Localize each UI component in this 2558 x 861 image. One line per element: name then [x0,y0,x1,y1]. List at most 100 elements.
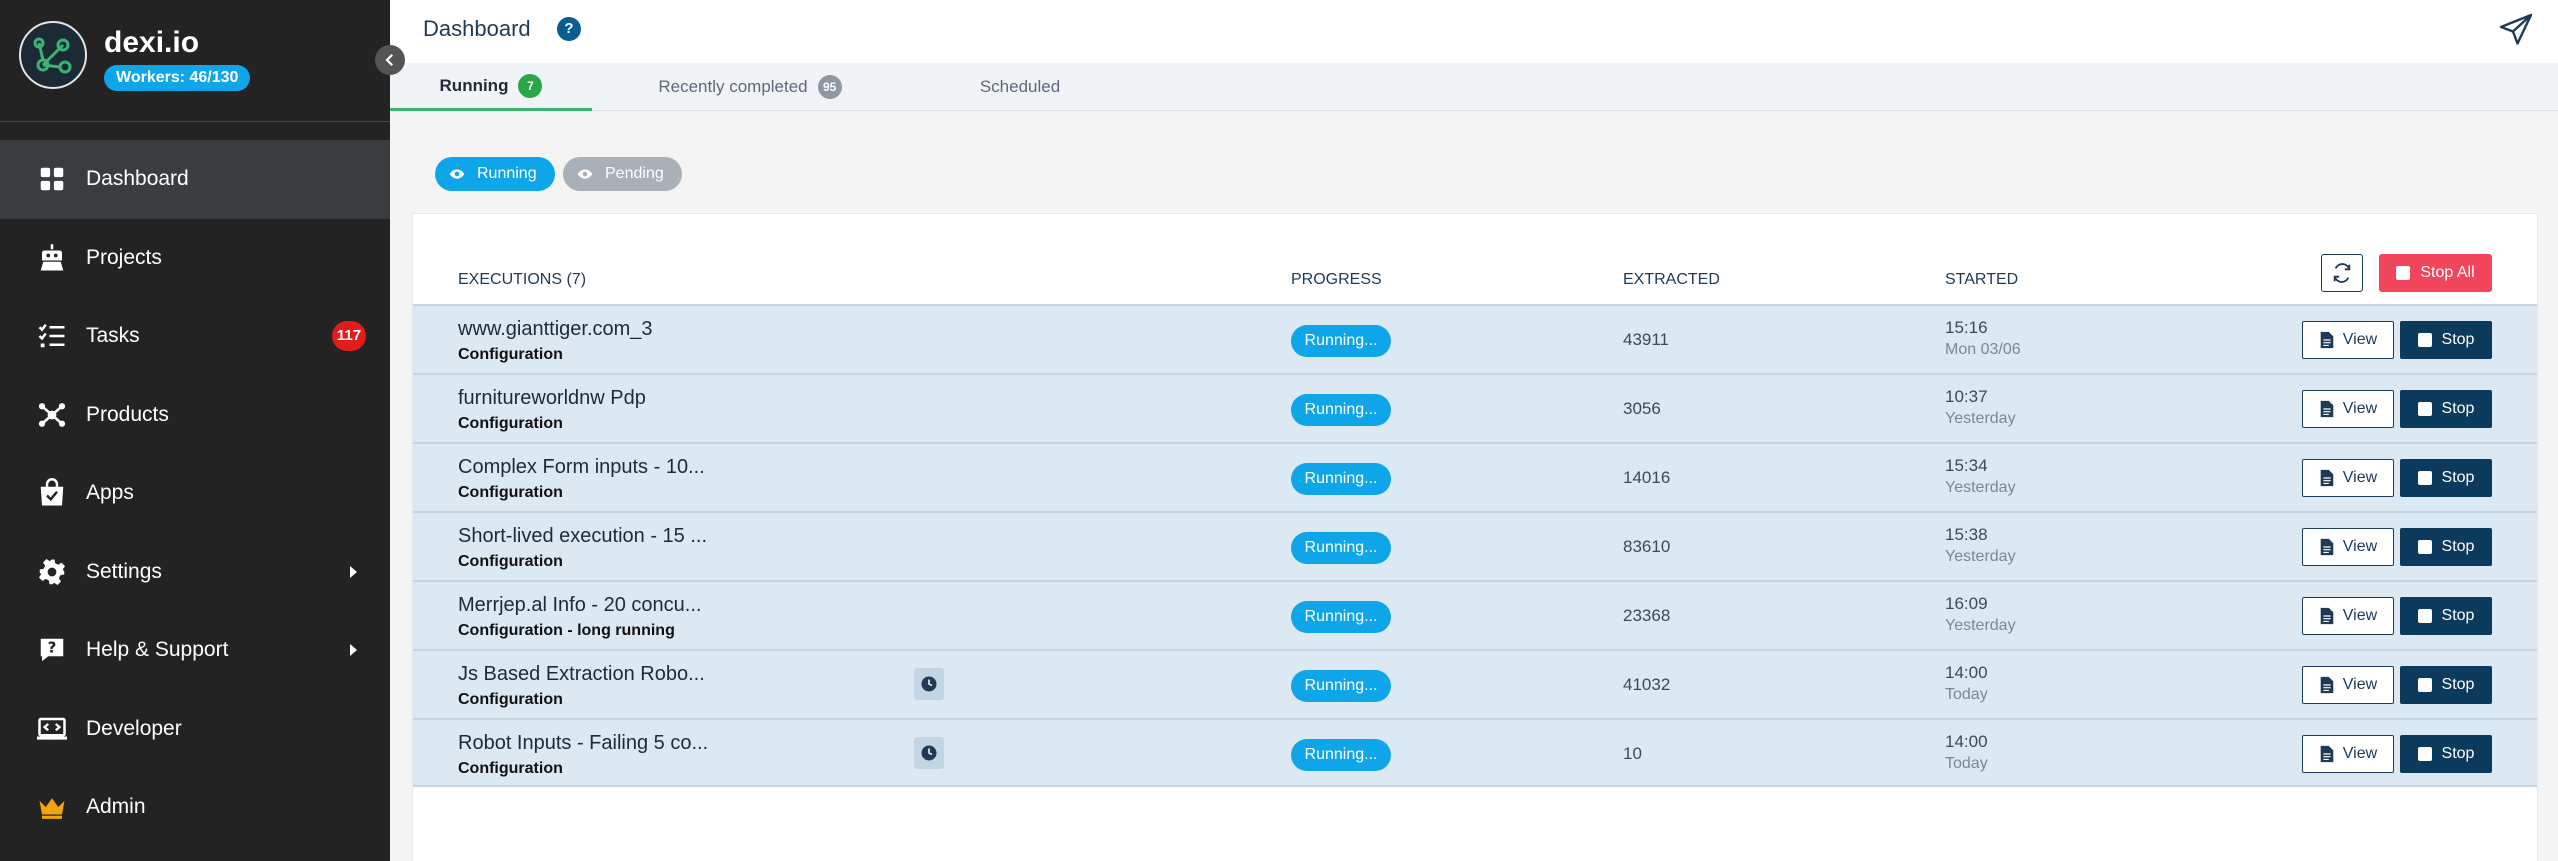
top-header: Dashboard ? [390,0,2558,63]
execution-config: Configuration [458,346,563,363]
execution-name[interactable]: furnitureworldnw Pdp [458,387,646,410]
stop-button[interactable]: Stop [2400,459,2492,497]
sidebar-item-settings[interactable]: Settings [0,533,390,612]
progress-badge: Running... [1291,739,1391,771]
document-icon [2320,469,2334,487]
refresh-button[interactable] [2321,254,2363,292]
view-button[interactable]: View [2302,321,2394,359]
view-button[interactable]: View [2302,597,2394,635]
execution-config: Configuration [458,553,563,570]
document-icon [2320,607,2334,625]
execution-config: Configuration [458,691,563,708]
sidebar-collapse-button[interactable] [375,45,405,75]
stop-button[interactable]: Stop [2400,666,2492,704]
column-header-extracted[interactable]: EXTRACTED [1623,271,1720,289]
crown-icon [36,791,68,823]
stop-label: Stop [2441,469,2475,486]
extracted-count: 41032 [1623,675,1671,694]
clock-icon [914,737,944,769]
chevron-right-icon [350,644,357,657]
chevron-left-icon [385,53,394,67]
execution-name[interactable]: Robot Inputs - Failing 5 co... [458,732,708,755]
view-label: View [2342,745,2378,762]
filter-label: Pending [605,165,664,182]
tab-running[interactable]: Running 7 [390,63,592,111]
progress-badge: Running... [1291,463,1391,495]
extracted-count: 23368 [1623,606,1671,625]
stop-button[interactable]: Stop [2400,321,2492,359]
view-button[interactable]: View [2302,528,2394,566]
sidebar-item-dashboard[interactable]: Dashboard [0,140,390,219]
eye-icon [577,169,593,179]
extracted-count: 14016 [1623,468,1671,487]
help-icon[interactable]: ? [557,17,581,41]
view-button[interactable]: View [2302,735,2394,773]
send-icon[interactable] [2498,12,2534,48]
tab-scheduled[interactable]: Scheduled [950,63,1090,111]
view-label: View [2342,331,2378,348]
view-label: View [2342,538,2378,555]
sidebar-item-label: Projects [86,245,162,269]
execution-name[interactable]: www.gianttiger.com_3 [458,318,653,341]
tab-count-badge: 95 [817,75,842,99]
sidebar-item-products[interactable]: Products [0,376,390,455]
sidebar-item-label: Help & Support [86,638,229,662]
view-button[interactable]: View [2302,459,2394,497]
filter-running-chip[interactable]: Running [435,157,555,191]
started-time: 15:16 [1945,318,1988,337]
tab-recently-completed[interactable]: Recently completed 95 [630,63,870,111]
eye-icon [449,169,465,179]
stop-icon [2417,540,2432,554]
tasks-count-badge: 117 [332,321,366,352]
filter-pending-chip[interactable]: Pending [563,157,682,191]
document-icon [2320,745,2334,763]
stop-button[interactable]: Stop [2400,597,2492,635]
table-row: Js Based Extraction Robo... Configuratio… [413,649,2537,718]
column-header-executions[interactable]: EXECUTIONS (7) [458,271,586,289]
started-date: Today [1945,755,1988,772]
sidebar-nav: Dashboard Projects Tasks 117 Products Ap… [0,140,390,847]
column-header-started[interactable]: STARTED [1945,271,2018,289]
started-time: 14:00 [1945,732,1988,751]
execution-name[interactable]: Short-lived execution - 15 ... [458,525,707,548]
workers-badge: Workers: 46/130 [104,65,251,91]
started-date: Mon 03/06 [1945,341,2021,358]
sidebar-item-apps[interactable]: Apps [0,454,390,533]
stop-label: Stop [2441,745,2475,762]
dexi-logo-icon[interactable] [19,21,87,89]
progress-badge: Running... [1291,325,1391,357]
sidebar-item-tasks[interactable]: Tasks 117 [0,297,390,376]
execution-name[interactable]: Merrjep.al Info - 20 concu... [458,594,701,617]
stop-all-button[interactable]: Stop All [2379,254,2492,292]
sidebar-item-projects[interactable]: Projects [0,219,390,298]
execution-name[interactable]: Complex Form inputs - 10... [458,456,705,479]
stop-button[interactable]: Stop [2400,390,2492,428]
execution-tabs: Running 7 Recently completed 95 Schedule… [390,63,2558,111]
stop-icon [2417,333,2432,347]
sidebar-item-developer[interactable]: Developer [0,690,390,769]
view-button[interactable]: View [2302,390,2394,428]
dashboard-icon [36,163,68,195]
help-icon: ? [36,634,68,666]
sidebar-item-label: Developer [86,716,182,740]
stop-button[interactable]: Stop [2400,735,2492,773]
chevron-right-icon [350,565,357,578]
tab-label: Scheduled [979,77,1061,96]
view-button[interactable]: View [2302,666,2394,704]
sidebar-item-help-support[interactable]: ? Help & Support [0,611,390,690]
tasks-icon [36,320,68,352]
stop-button[interactable]: Stop [2400,528,2492,566]
execution-config: Configuration - long running [458,622,675,639]
sidebar-item-label: Tasks [86,324,140,348]
started-date: Today [1945,686,1988,703]
execution-name[interactable]: Js Based Extraction Robo... [458,663,705,686]
sidebar-item-admin[interactable]: Admin [0,768,390,847]
stop-icon [2396,266,2411,280]
stop-all-label: Stop All [2420,264,2475,281]
column-header-progress[interactable]: PROGRESS [1291,271,1382,289]
sidebar-item-label: Settings [86,559,162,583]
robot-icon [36,242,68,274]
execution-config: Configuration [458,760,563,777]
svg-text:?: ? [48,639,57,657]
stop-icon [2417,747,2432,761]
